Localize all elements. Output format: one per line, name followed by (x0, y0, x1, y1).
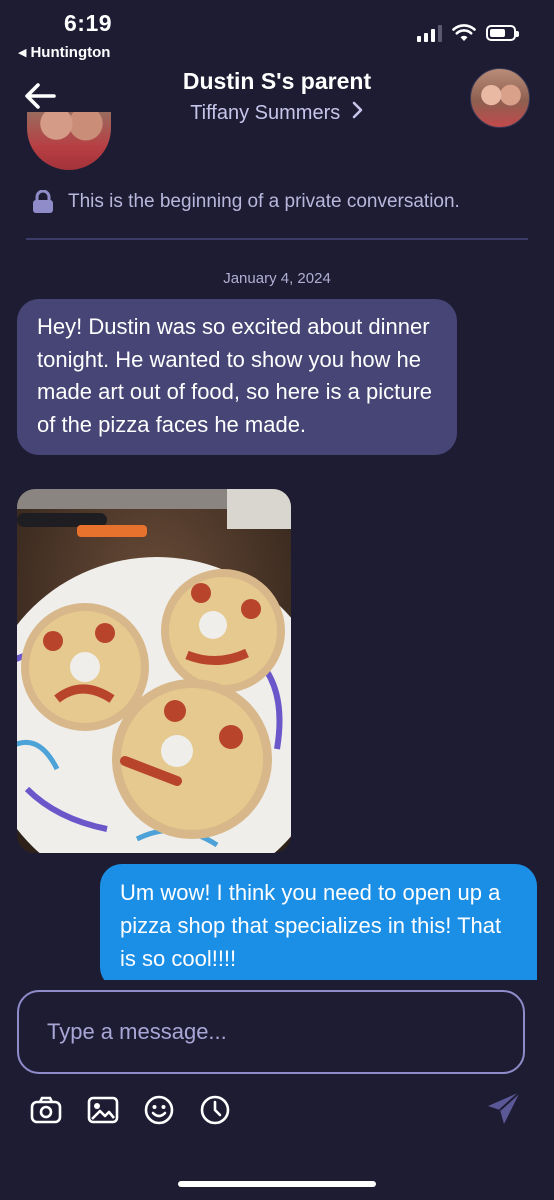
image-icon[interactable] (87, 1094, 119, 1126)
outgoing-message-bubble[interactable]: Um wow! I think you need to open up a pi… (100, 864, 537, 989)
pizza-faces-photo[interactable] (17, 489, 291, 853)
status-icons (417, 24, 519, 42)
private-conversation-notice: This is the beginning of a private conve… (32, 190, 460, 214)
date-separator: January 4, 2024 (223, 270, 331, 287)
back-triangle-icon: ◀ (18, 47, 27, 59)
avatar[interactable] (470, 68, 530, 128)
signal-icon (417, 24, 442, 42)
battery-icon (486, 25, 519, 41)
contact-name: Tiffany Summers (190, 102, 341, 124)
photo-content (17, 489, 291, 853)
divider (26, 238, 528, 240)
lock-icon (33, 190, 53, 213)
send-icon[interactable] (484, 1088, 524, 1128)
home-indicator[interactable] (178, 1181, 376, 1187)
wifi-icon (452, 24, 476, 41)
private-notice-text: This is the beginning of a private conve… (68, 191, 460, 212)
status-time: 6:19 (64, 10, 113, 36)
clock-icon[interactable] (199, 1094, 231, 1126)
status-back-link[interactable]: ◀ Huntington (18, 44, 110, 61)
camera-icon[interactable] (30, 1094, 62, 1126)
avatar-large (27, 112, 111, 170)
incoming-message-bubble[interactable]: Hey! Dustin was so excited about dinner … (17, 299, 457, 455)
status-back-label: Huntington (30, 44, 111, 61)
emoji-icon[interactable] (143, 1094, 175, 1126)
message-input[interactable] (17, 990, 525, 1074)
chevron-right-icon (352, 101, 363, 119)
